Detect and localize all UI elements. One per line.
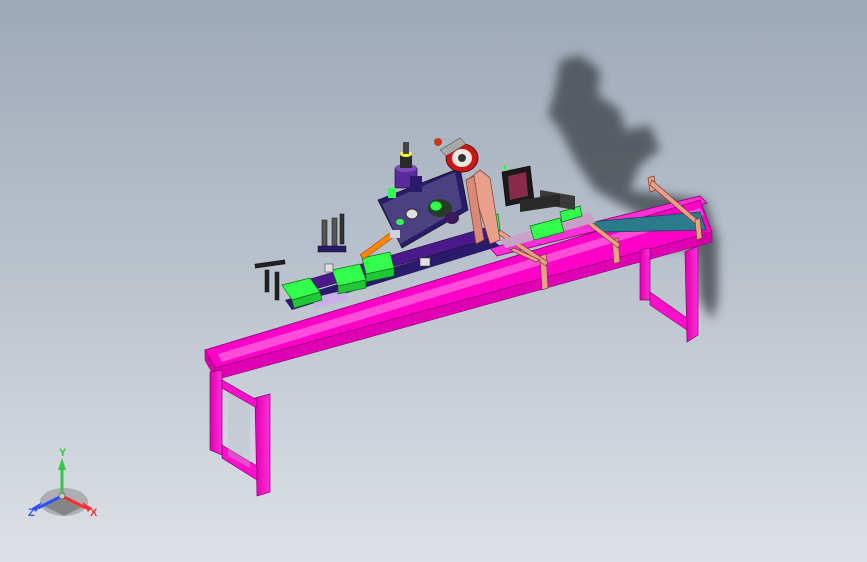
coordinate-triad[interactable]: Y X Z xyxy=(28,447,98,519)
y-axis-label: Y xyxy=(59,447,67,459)
z-axis-label: Z xyxy=(28,507,35,519)
x-axis-label: X xyxy=(90,507,98,519)
cad-viewport[interactable]: Y X Z xyxy=(0,0,867,562)
model-scene[interactable]: Y X Z xyxy=(0,0,867,562)
label-reel xyxy=(434,137,479,173)
triad-origin xyxy=(58,492,66,500)
motor-unit xyxy=(394,142,422,192)
right-tower xyxy=(501,165,575,212)
frame-left-leg xyxy=(209,369,271,497)
